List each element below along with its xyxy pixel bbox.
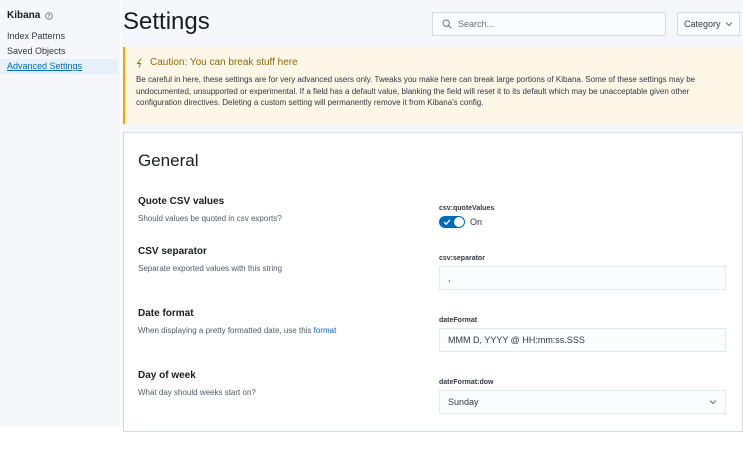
check-icon [443, 219, 451, 226]
setting-key: csv:separator [439, 255, 485, 262]
date-format-input[interactable]: MMM D, YYYY @ HH:mm:ss.SSS [439, 328, 726, 352]
csv-separator-input[interactable]: , [439, 266, 726, 290]
toggle-knob [454, 217, 464, 227]
field-value: Sunday [448, 397, 479, 407]
search-input[interactable] [458, 19, 648, 29]
callout-title-text: Caution: You can break stuff here [150, 57, 298, 68]
sidebar-nav: Index Patterns Saved Objects Advanced Se… [0, 29, 120, 74]
help-icon[interactable]: ? [45, 11, 54, 20]
category-dropdown[interactable]: Category [677, 12, 740, 36]
page-title: Settings [123, 8, 210, 35]
setting-description-text: When displaying a pretty formatted date,… [138, 326, 312, 335]
field-value: , [448, 273, 451, 283]
setting-title: Date format [138, 308, 194, 319]
callout-title: Caution: You can break stuff here [136, 57, 733, 68]
bolt-icon [136, 57, 142, 68]
sidebar-title-text: Kibana [7, 10, 41, 21]
setting-title: CSV separator [138, 246, 207, 257]
search-box[interactable] [432, 12, 666, 36]
main-content: Settings Category Caution: You can break… [121, 0, 743, 432]
setting-description: Should values be quoted in csv exports? [138, 214, 282, 223]
setting-description: When displaying a pretty formatted date,… [138, 326, 336, 335]
sidebar-item-index-patterns[interactable]: Index Patterns [0, 29, 120, 44]
setting-description: Separate exported values with this strin… [138, 264, 283, 273]
format-link[interactable]: format [314, 326, 337, 335]
setting-csv-separator: CSV separator Separate exported values w… [138, 246, 728, 290]
setting-quote-csv: Quote CSV values Should values be quoted… [138, 196, 728, 228]
setting-key: csv:quoteValues [439, 205, 495, 212]
sidebar-item-advanced-settings[interactable]: Advanced Settings [0, 59, 118, 74]
quote-values-toggle[interactable]: On [439, 216, 482, 228]
sidebar-item-saved-objects[interactable]: Saved Objects [0, 44, 120, 59]
sidebar: Kibana ? Index Patterns Saved Objects Ad… [0, 0, 120, 427]
day-of-week-select[interactable]: Sunday [439, 390, 726, 414]
section-title: General [138, 151, 199, 170]
callout-body: Be careful in here, these settings are f… [136, 75, 696, 107]
sidebar-title: Kibana ? [7, 10, 54, 21]
toggle-label: On [470, 217, 483, 227]
svg-text:?: ? [48, 13, 51, 19]
warning-callout: Caution: You can break stuff here Be car… [123, 47, 743, 124]
setting-date-format: Date format When displaying a pretty for… [138, 308, 728, 352]
category-label: Category [684, 19, 721, 29]
toggle-switch[interactable] [439, 216, 465, 228]
setting-title: Day of week [138, 370, 196, 381]
search-icon [442, 19, 452, 29]
setting-title: Quote CSV values [138, 196, 225, 207]
setting-day-of-week: Day of week What day should weeks start … [138, 370, 728, 414]
setting-key: dateFormat [439, 317, 478, 324]
field-value: MMM D, YYYY @ HH:mm:ss.SSS [448, 335, 585, 345]
setting-key: dateFormat:dow [439, 379, 494, 386]
setting-description: What day should weeks start on? [138, 388, 256, 397]
settings-panel: General Quote CSV values Should values b… [123, 132, 743, 432]
chevron-down-icon [725, 22, 733, 27]
chevron-down-icon [709, 400, 717, 405]
